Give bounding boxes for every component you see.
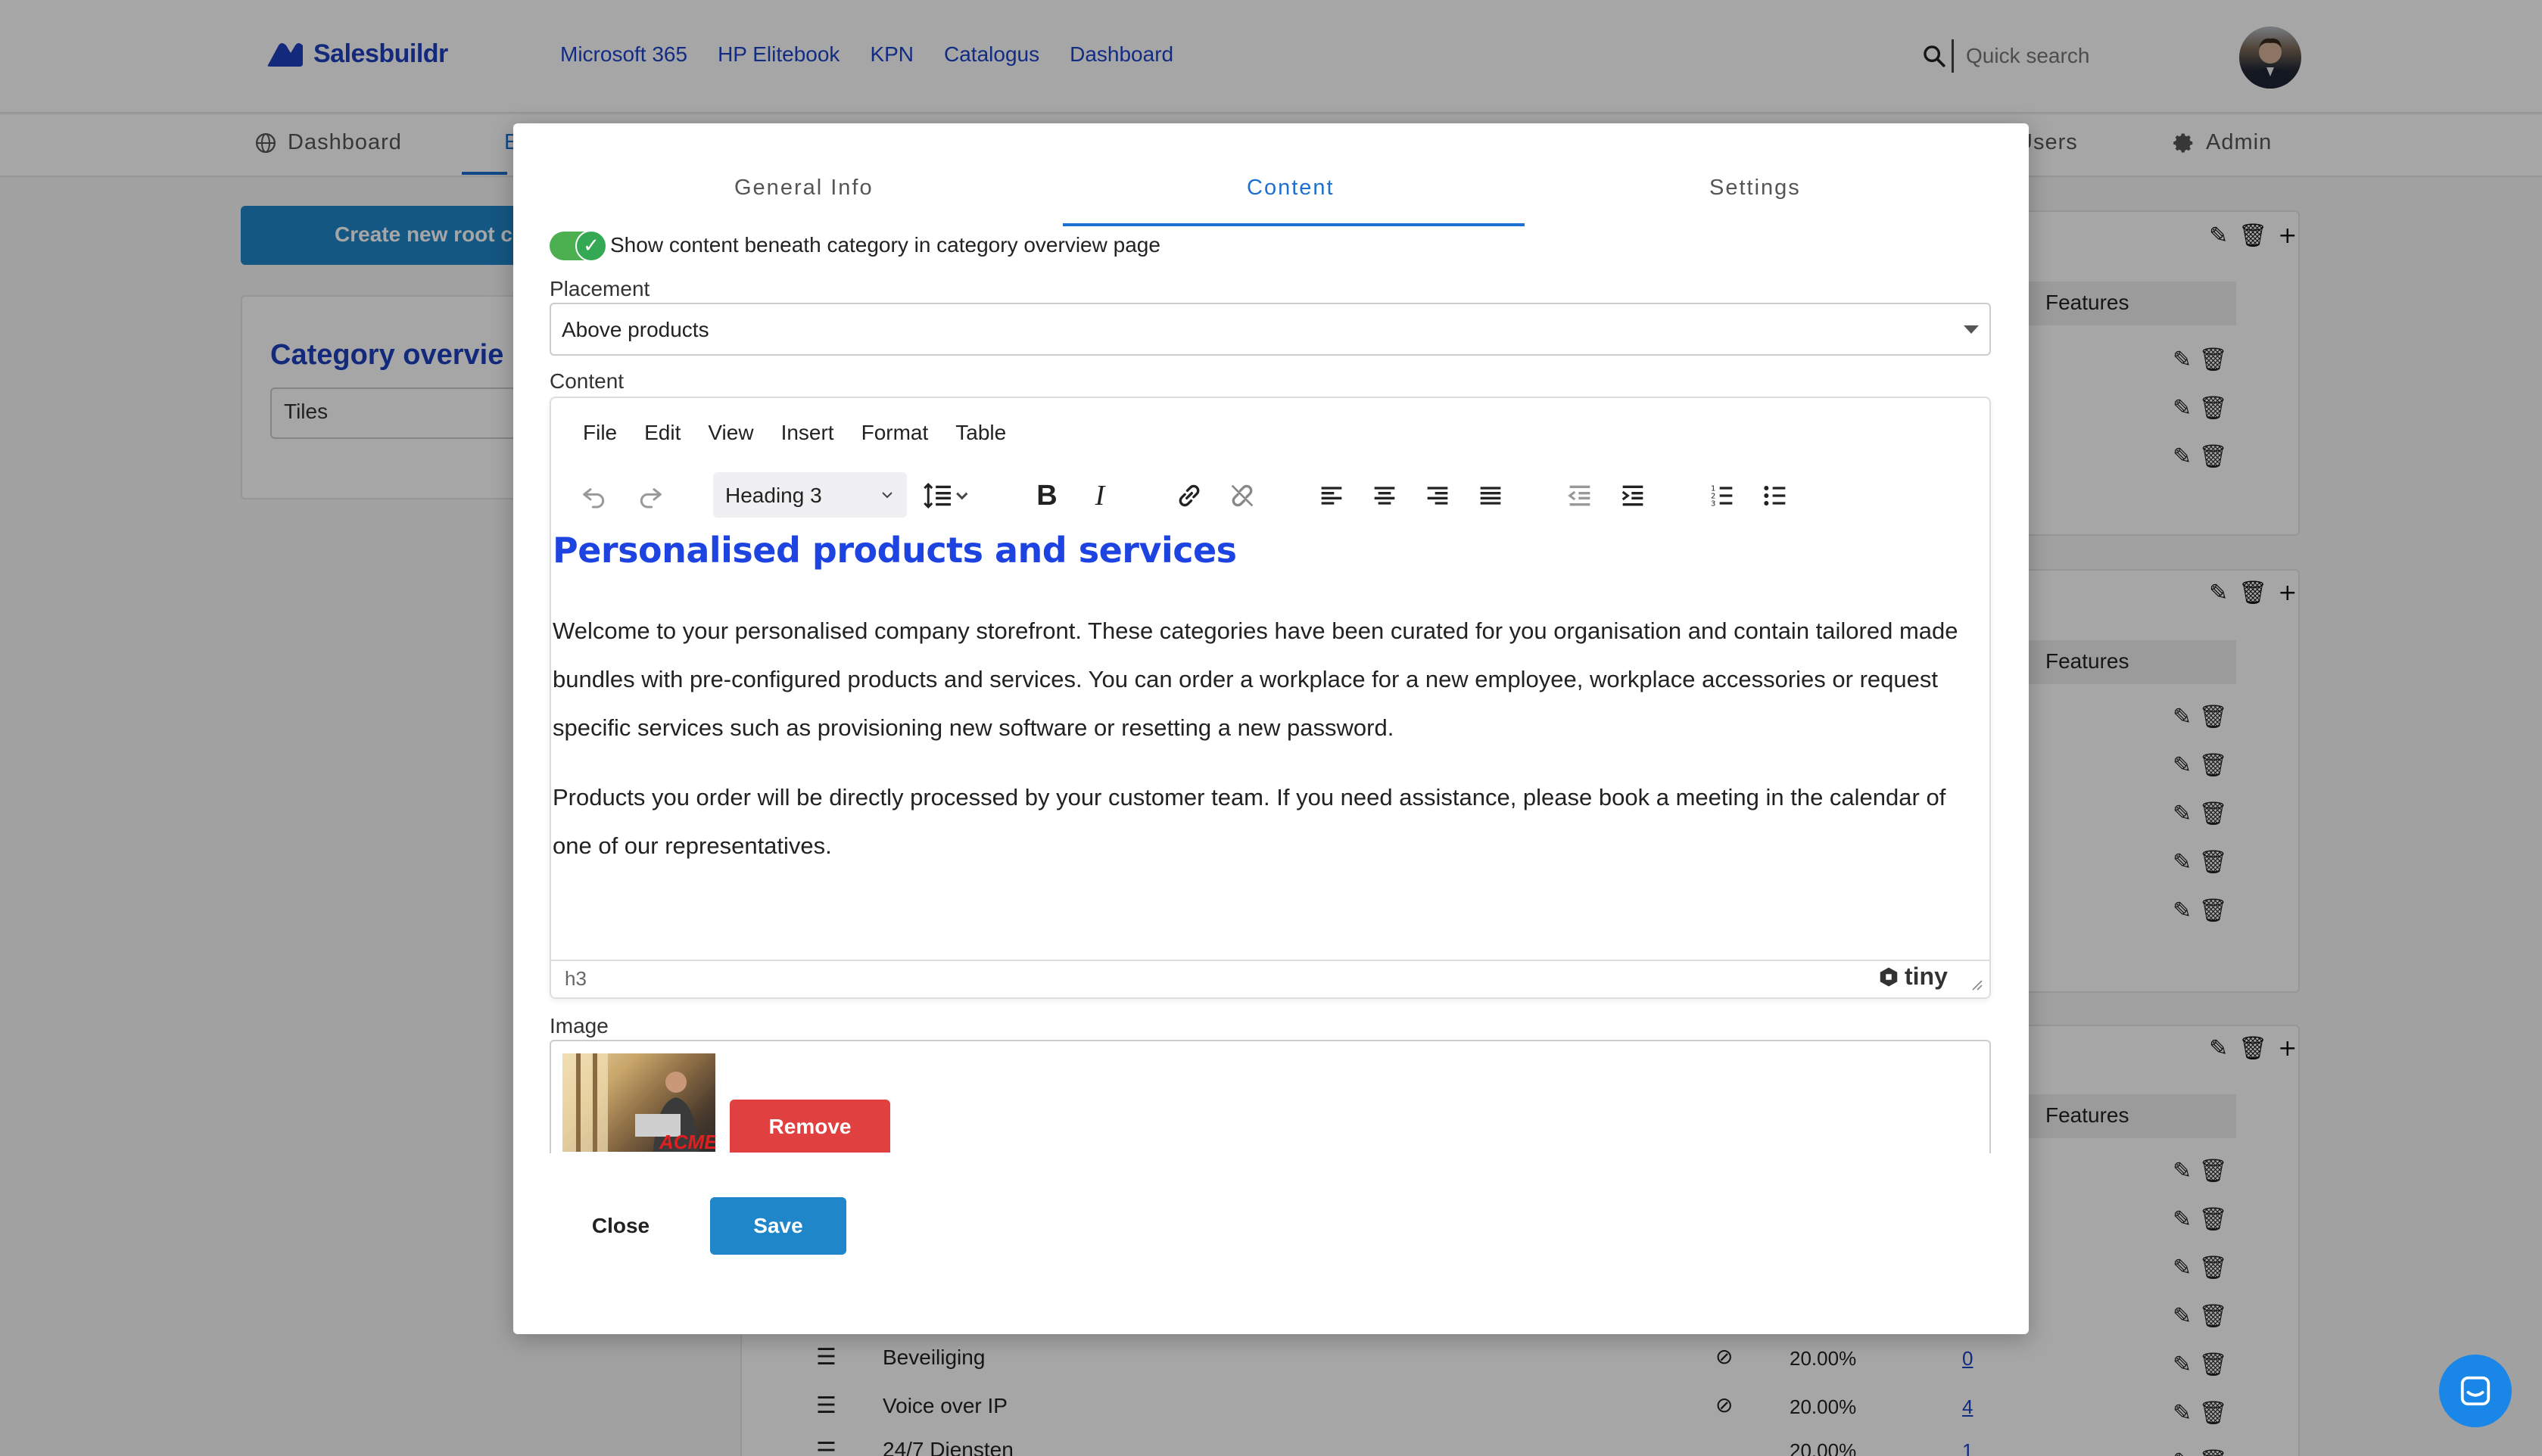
menu-view[interactable]: View (708, 421, 753, 445)
tab-content[interactable]: Content (1247, 176, 1335, 201)
toggle-check-icon[interactable]: ✓ (575, 230, 607, 262)
block-format-select[interactable]: Heading 3 (713, 472, 907, 518)
outdent-icon (1568, 485, 1590, 506)
editor-statusbar (551, 960, 1989, 997)
justify-button[interactable] (1466, 469, 1516, 522)
menu-file[interactable]: File (583, 421, 617, 445)
block-format-value: Heading 3 (725, 484, 822, 507)
remove-image-button[interactable]: Remove (730, 1100, 890, 1153)
menu-table[interactable]: Table (955, 421, 1006, 445)
unlink-icon (1231, 484, 1254, 507)
italic-button[interactable]: I (1075, 469, 1125, 522)
align-center-icon (1374, 487, 1395, 505)
thumbnail-scene: ACME (562, 1053, 715, 1152)
tiny-logo-icon (1880, 967, 1898, 986)
image-label: Image (550, 1014, 609, 1038)
tiny-branding[interactable]: tiny (1877, 963, 1948, 991)
line-height-button[interactable] (913, 469, 981, 522)
active-tab-indicator (1063, 223, 1525, 226)
resize-handle-icon[interactable] (1968, 976, 1983, 994)
align-left-icon (1321, 487, 1342, 505)
placement-label: Placement (550, 277, 650, 300)
line-height-icon (924, 483, 968, 509)
show-content-label: Show content beneath category in categor… (610, 233, 1160, 257)
close-button[interactable]: Close (575, 1197, 666, 1255)
editor-paragraph-2[interactable]: Products you order will be directly proc… (553, 773, 1976, 870)
italic-icon: I (1095, 480, 1105, 512)
align-left-button[interactable] (1307, 469, 1357, 522)
chat-icon (2460, 1376, 2491, 1406)
outdent-button[interactable] (1555, 469, 1605, 522)
tiny-wordmark: tiny (1905, 963, 1948, 990)
chevron-down-icon (1964, 325, 1979, 334)
bullet-list-button[interactable] (1750, 469, 1800, 522)
placement-value: Above products (562, 318, 709, 341)
chat-launcher-button[interactable] (2439, 1355, 2512, 1427)
menu-edit[interactable]: Edit (644, 421, 681, 445)
bullet-list-icon (1764, 486, 1786, 506)
element-path[interactable]: h3 (565, 967, 587, 991)
remove-link-button[interactable] (1217, 469, 1267, 522)
link-icon (1179, 484, 1200, 507)
align-right-icon (1427, 487, 1448, 505)
undo-icon (583, 488, 605, 509)
editor-paragraph-1[interactable]: Welcome to your personalised company sto… (553, 607, 1976, 752)
category-image-thumbnail: ACME (562, 1053, 715, 1152)
undo-button[interactable] (569, 469, 619, 522)
editor-menubar: File Edit View Insert Format Table (583, 421, 1006, 445)
bold-icon: B (1036, 479, 1058, 512)
menu-format[interactable]: Format (861, 421, 929, 445)
tab-settings[interactable]: Settings (1709, 176, 1801, 201)
redo-icon (640, 488, 662, 509)
svg-text:3: 3 (1711, 499, 1715, 508)
numbered-list-button[interactable]: 123 (1697, 469, 1747, 522)
redo-button[interactable] (625, 469, 675, 522)
save-button[interactable]: Save (710, 1197, 846, 1255)
chevron-down-icon (882, 492, 893, 499)
placement-select[interactable]: Above products (550, 303, 1991, 356)
align-center-button[interactable] (1360, 469, 1410, 522)
bold-button[interactable]: B (1022, 469, 1072, 522)
menu-insert[interactable]: Insert (781, 421, 834, 445)
align-right-button[interactable] (1413, 469, 1463, 522)
insert-link-button[interactable] (1164, 469, 1214, 522)
indent-icon (1621, 485, 1643, 506)
numbered-list-icon: 123 (1711, 484, 1733, 508)
indent-button[interactable] (1608, 469, 1658, 522)
tab-general-info[interactable]: General Info (734, 176, 874, 201)
editor-heading[interactable]: Personalised products and services (553, 530, 1237, 571)
svg-text:ACME: ACME (659, 1131, 715, 1152)
align-justify-icon (1480, 487, 1501, 505)
content-label: Content (550, 369, 625, 393)
